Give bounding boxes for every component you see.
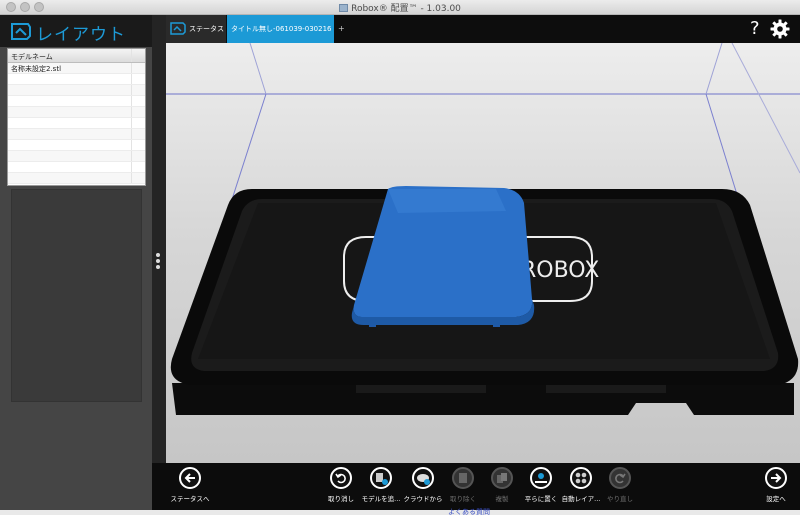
model-list-table[interactable]: モデルネーム 名称未設定2.stl xyxy=(7,48,146,186)
table-row[interactable] xyxy=(8,85,145,96)
go-to-settings-button[interactable]: 設定へ xyxy=(754,467,798,509)
window-titlebar: Robox® 配置™ - 1.03.00 xyxy=(0,0,800,15)
cloud-icon xyxy=(412,467,434,489)
undo-button[interactable]: 取り消し xyxy=(320,467,362,509)
faq-link[interactable]: よくある質問 xyxy=(448,507,490,515)
bed-logo-text: ROBOX xyxy=(521,258,599,283)
auto-layout-button[interactable]: 自動レイア... xyxy=(560,467,602,509)
bottom-toolbar: ステータスへ 取り消し モデルを追... クラウドから 取り除く 複製 平らに置… xyxy=(152,463,800,510)
layout-sidebar: レイアウト モデルネーム 名称未設定2.stl xyxy=(0,15,152,510)
table-row[interactable] xyxy=(8,173,145,184)
window-title: Robox® 配置™ - 1.03.00 xyxy=(351,4,461,14)
layout-title: レイアウト xyxy=(36,25,126,45)
tab-project-label: タイトル無し-061039-030216 xyxy=(231,25,332,33)
auto-layout-icon xyxy=(570,467,592,489)
remove-button[interactable]: 取り除く xyxy=(442,467,484,509)
tab-status[interactable]: ステータス xyxy=(166,15,226,43)
table-row[interactable] xyxy=(8,96,145,107)
cloud-import-button[interactable]: クラウドから xyxy=(402,467,444,509)
lay-flat-button[interactable]: 平らに置く xyxy=(520,467,562,509)
add-model-button[interactable]: モデルを追... xyxy=(360,467,402,509)
app-icon xyxy=(339,4,349,12)
redo-button[interactable]: やり直し xyxy=(599,467,641,509)
remove-model-icon xyxy=(452,467,474,489)
layout-header: レイアウト xyxy=(0,15,152,47)
add-model-icon xyxy=(370,467,392,489)
gear-icon[interactable] xyxy=(770,19,790,39)
tab-project[interactable]: タイトル無し-061039-030216 xyxy=(227,15,334,43)
add-tab-button[interactable]: + xyxy=(338,24,345,33)
build-volume-scene: ROBOX xyxy=(166,43,800,415)
background-window-strip: よくある質問 xyxy=(0,507,800,515)
table-row[interactable] xyxy=(8,129,145,140)
table-row[interactable] xyxy=(8,107,145,118)
model-name-column-header[interactable]: モデルネーム xyxy=(8,49,145,63)
model-preview-panel xyxy=(11,189,142,402)
table-row[interactable] xyxy=(8,140,145,151)
tab-status-label: ステータス xyxy=(189,25,224,33)
copy-icon xyxy=(491,467,513,489)
arrow-left-icon xyxy=(179,467,201,489)
copy-button[interactable]: 複製 xyxy=(481,467,523,509)
robox-status-icon xyxy=(170,22,186,35)
sidebar-toggle-handle[interactable] xyxy=(156,253,162,271)
table-row[interactable] xyxy=(8,74,145,85)
lay-flat-icon xyxy=(530,467,552,489)
arrow-right-icon xyxy=(765,467,787,489)
help-icon[interactable]: ? xyxy=(750,18,760,39)
table-row[interactable]: 名称未設定2.stl xyxy=(8,63,145,74)
back-to-status-button[interactable]: ステータスへ xyxy=(168,467,212,509)
redo-icon xyxy=(609,467,631,489)
3d-viewport[interactable]: ROBOX xyxy=(166,43,800,463)
tab-bar: ステータス タイトル無し-061039-030216 + ? xyxy=(166,15,800,43)
table-row[interactable] xyxy=(8,151,145,162)
table-row[interactable] xyxy=(8,118,145,129)
undo-icon xyxy=(330,467,352,489)
robox-logo-icon xyxy=(11,23,31,40)
table-row[interactable] xyxy=(8,162,145,173)
